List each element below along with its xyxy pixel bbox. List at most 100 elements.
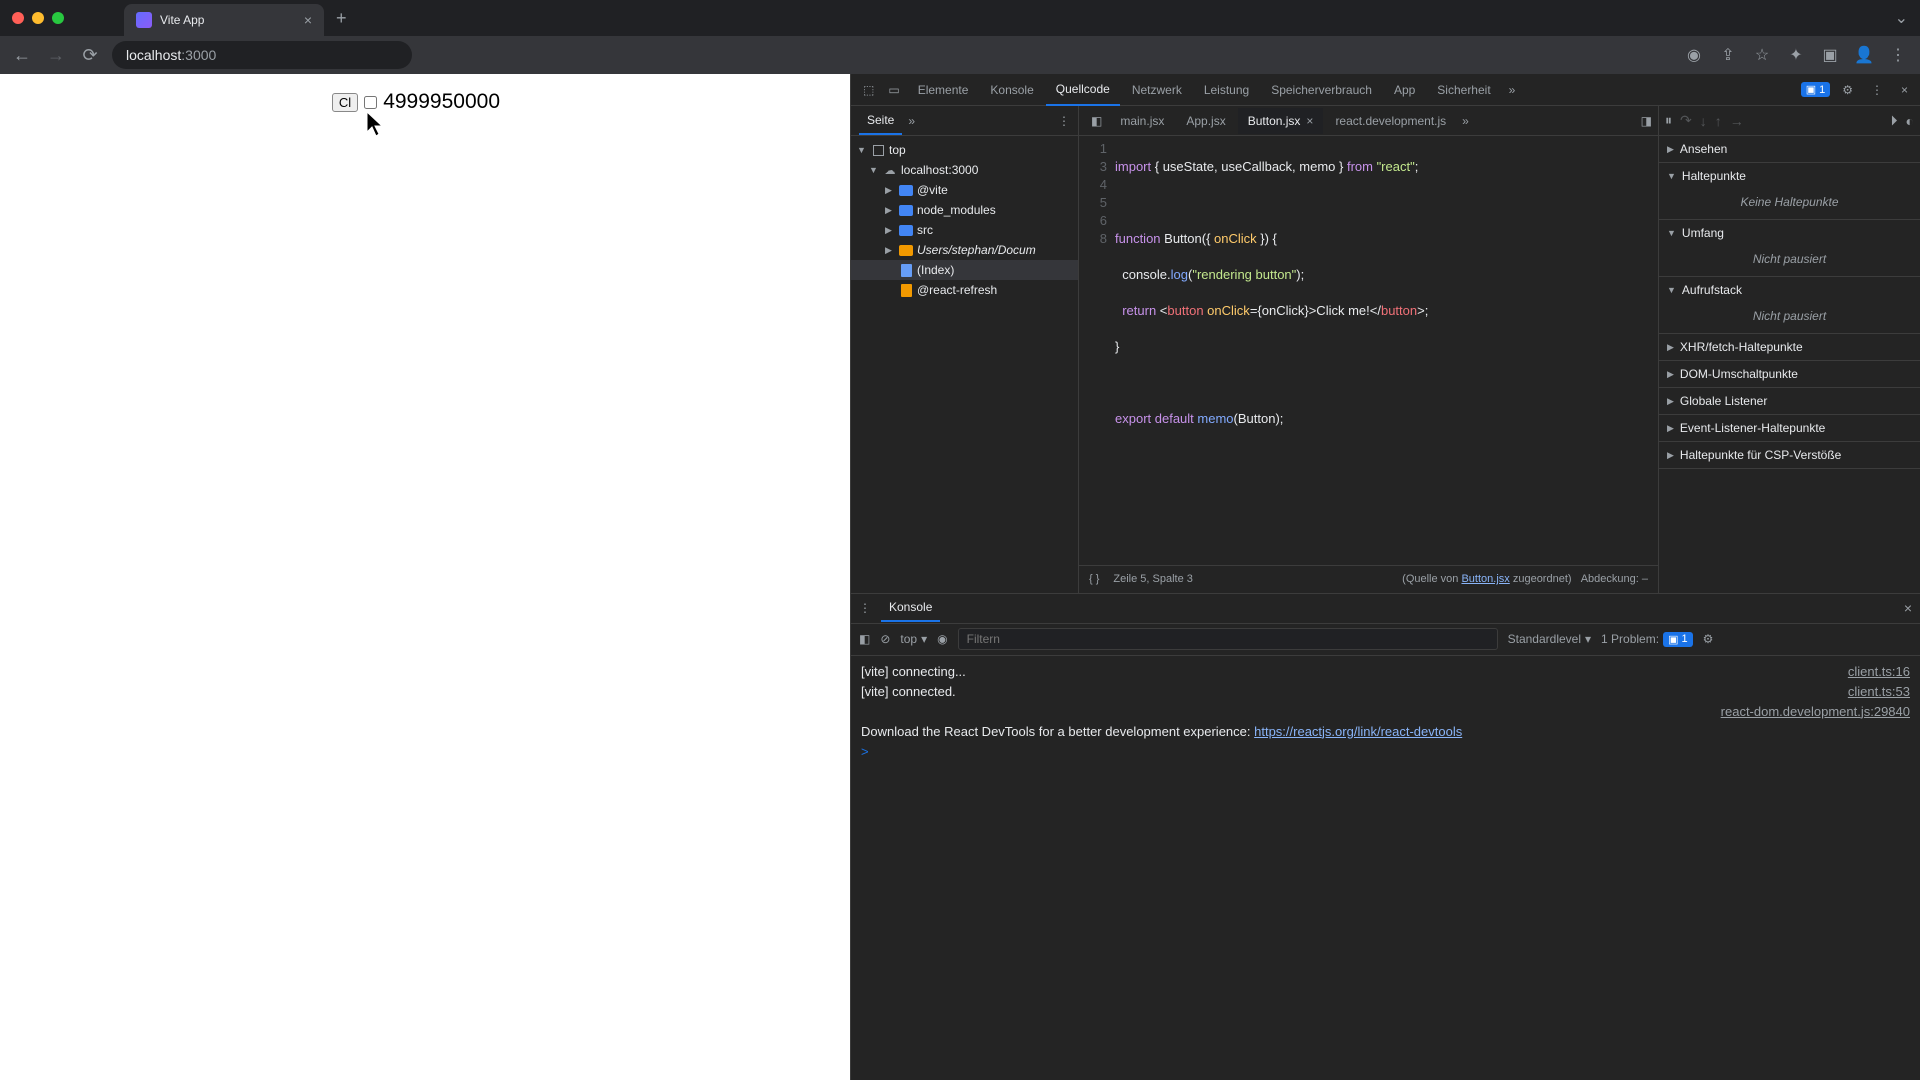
nav-overflow-icon[interactable]: » xyxy=(908,114,915,128)
editor-tab-react-dev[interactable]: react.development.js xyxy=(1325,108,1456,134)
editor-tab-button[interactable]: Button.jsx× xyxy=(1238,108,1324,134)
editor-status-bar: { } Zeile 5, Spalte 3 (Quelle von Button… xyxy=(1079,565,1658,593)
source-map-link[interactable]: Button.jsx xyxy=(1461,573,1509,585)
tree-folder-vite[interactable]: ▶@vite xyxy=(851,180,1078,200)
tree-top[interactable]: ▼top xyxy=(851,140,1078,160)
tree-host-label: localhost:3000 xyxy=(901,163,978,177)
issues-badge[interactable]: ▣ 1 xyxy=(1801,82,1831,97)
forward-button[interactable]: → xyxy=(44,45,68,66)
tree-file-react-refresh[interactable]: @react-refresh xyxy=(851,280,1078,300)
maximize-window-icon[interactable] xyxy=(52,12,64,24)
close-tab-icon[interactable]: × xyxy=(304,12,312,28)
debugger-toolbar: ⏸ ↷ ↓ ↑ → ⏵ ◐ xyxy=(1659,106,1920,136)
tabs-overflow-icon[interactable]: » xyxy=(1503,83,1522,97)
section-scope[interactable]: ▼Umfang xyxy=(1659,220,1920,246)
click-me-button[interactable]: Cl xyxy=(332,93,358,112)
tab-elements[interactable]: Elemente xyxy=(908,75,979,105)
tab-overflow-icon[interactable]: ⌄ xyxy=(1895,8,1908,28)
folder-label: src xyxy=(917,223,933,237)
tab-console[interactable]: Konsole xyxy=(980,75,1043,105)
tab-title: Vite App xyxy=(160,13,296,27)
tab-memory[interactable]: Speicherverbrauch xyxy=(1261,75,1382,105)
toggle-debugger-icon[interactable]: ◨ xyxy=(1641,114,1652,128)
share-icon[interactable]: ⇪ xyxy=(1716,45,1740,65)
section-global-listeners[interactable]: ▶Globale Listener xyxy=(1659,388,1920,414)
editor-tab-main[interactable]: main.jsx xyxy=(1110,108,1174,134)
device-toggle-icon[interactable]: ▭ xyxy=(882,83,905,97)
console-filter-input[interactable] xyxy=(958,628,1498,650)
source-link[interactable]: client.ts:16 xyxy=(1848,662,1910,682)
section-breakpoints[interactable]: ▼Haltepunkte xyxy=(1659,163,1920,189)
drawer-menu-icon[interactable]: ⋮ xyxy=(859,601,871,615)
reload-button[interactable]: ⟳ xyxy=(78,45,102,66)
page-checkbox[interactable] xyxy=(364,96,377,109)
tree-host[interactable]: ▼☁localhost:3000 xyxy=(851,160,1078,180)
devtools-settings-icon[interactable]: ⚙ xyxy=(1836,83,1859,97)
tree-folder-node-modules[interactable]: ▶node_modules xyxy=(851,200,1078,220)
console-issues[interactable]: 1 Problem: ▣ 1 xyxy=(1601,632,1693,647)
step-icon[interactable]: → xyxy=(1730,113,1744,129)
nav-tab-page[interactable]: Seite xyxy=(859,107,902,135)
nav-menu-icon[interactable]: ⋮ xyxy=(1058,114,1070,128)
new-tab-button[interactable]: + xyxy=(336,8,347,29)
chevron-down-icon: ▾ xyxy=(921,632,927,646)
console-settings-icon[interactable]: ⚙ xyxy=(1703,632,1714,646)
drawer-tab-console[interactable]: Konsole xyxy=(881,594,940,622)
url-host: localhost xyxy=(126,47,181,63)
callstack-empty: Nicht pausiert xyxy=(1659,303,1920,333)
translate-icon[interactable]: ◉ xyxy=(1682,45,1706,65)
browser-tab[interactable]: Vite App × xyxy=(124,4,324,36)
toggle-navigator-icon[interactable]: ◧ xyxy=(1085,114,1108,128)
tab-sources[interactable]: Quellcode xyxy=(1046,74,1120,106)
tab-network[interactable]: Netzwerk xyxy=(1122,75,1192,105)
side-panel-icon[interactable]: ▣ xyxy=(1818,45,1842,65)
step-into-icon[interactable]: ↓ xyxy=(1700,113,1707,129)
pause-button[interactable]: ⏸ xyxy=(1665,112,1672,129)
tab-application[interactable]: App xyxy=(1384,75,1425,105)
tab-security[interactable]: Sicherheit xyxy=(1427,75,1500,105)
close-tab-icon[interactable]: × xyxy=(1306,114,1313,128)
url-port: :3000 xyxy=(181,47,216,63)
breakpoints-empty: Keine Haltepunkte xyxy=(1659,189,1920,219)
live-expression-icon[interactable]: ◉ xyxy=(937,632,947,646)
minimize-window-icon[interactable] xyxy=(32,12,44,24)
clear-console-icon[interactable]: ⊘ xyxy=(880,632,890,646)
console-context-select[interactable]: top ▾ xyxy=(900,632,927,646)
drawer-close-icon[interactable]: × xyxy=(1904,600,1912,616)
devtools-menu-icon[interactable]: ⋮ xyxy=(1865,83,1889,97)
devtools-close-icon[interactable]: × xyxy=(1895,83,1914,97)
source-link[interactable]: react-dom.development.js:29840 xyxy=(1721,702,1910,722)
deactivate-breakpoints-icon[interactable]: ⏵ xyxy=(1891,112,1898,129)
section-dom[interactable]: ▶DOM-Umschaltpunkte xyxy=(1659,361,1920,387)
close-window-icon[interactable] xyxy=(12,12,24,24)
console-sidebar-toggle-icon[interactable]: ◧ xyxy=(859,632,870,646)
section-xhr[interactable]: ▶XHR/fetch-Haltepunkte xyxy=(1659,334,1920,360)
code-editor[interactable]: 1 3 4 5 6 8 import { useState, useCallba… xyxy=(1079,136,1658,565)
tree-folder-users[interactable]: ▶Users/stephan/Docum xyxy=(851,240,1078,260)
step-out-icon[interactable]: ↑ xyxy=(1715,113,1722,129)
code-content: import { useState, useCallback, memo } f… xyxy=(1115,136,1658,565)
address-bar[interactable]: localhost:3000 xyxy=(112,41,412,69)
section-watch[interactable]: ▶Ansehen xyxy=(1659,136,1920,162)
tree-file-index[interactable]: (Index) xyxy=(851,260,1078,280)
console-level-select[interactable]: Standardlevel ▾ xyxy=(1508,632,1591,646)
editor-tab-app[interactable]: App.jsx xyxy=(1176,108,1235,134)
extensions-icon[interactable]: ✦ xyxy=(1784,45,1808,65)
pretty-print-icon[interactable]: { } xyxy=(1089,573,1099,585)
back-button[interactable]: ← xyxy=(10,45,34,66)
editor-tabs-overflow-icon[interactable]: » xyxy=(1462,114,1469,128)
section-callstack[interactable]: ▼Aufrufstack xyxy=(1659,277,1920,303)
step-over-icon[interactable]: ↷ xyxy=(1680,112,1692,129)
console-body[interactable]: [vite] connecting...client.ts:16 [vite] … xyxy=(851,656,1920,772)
profile-icon[interactable]: 👤 xyxy=(1852,45,1876,65)
section-csp[interactable]: ▶Haltepunkte für CSP-Verstöße xyxy=(1659,442,1920,468)
react-devtools-link[interactable]: https://reactjs.org/link/react-devtools xyxy=(1254,724,1462,739)
menu-icon[interactable]: ⋮ xyxy=(1886,45,1910,65)
source-link[interactable]: client.ts:53 xyxy=(1848,682,1910,702)
bookmark-icon[interactable]: ☆ xyxy=(1750,45,1774,65)
pause-exceptions-icon[interactable]: ◐ xyxy=(1906,113,1914,129)
tab-performance[interactable]: Leistung xyxy=(1194,75,1259,105)
section-event-listeners[interactable]: ▶Event-Listener-Haltepunkte xyxy=(1659,415,1920,441)
tree-folder-src[interactable]: ▶src xyxy=(851,220,1078,240)
inspect-element-icon[interactable]: ⬚ xyxy=(857,83,880,97)
